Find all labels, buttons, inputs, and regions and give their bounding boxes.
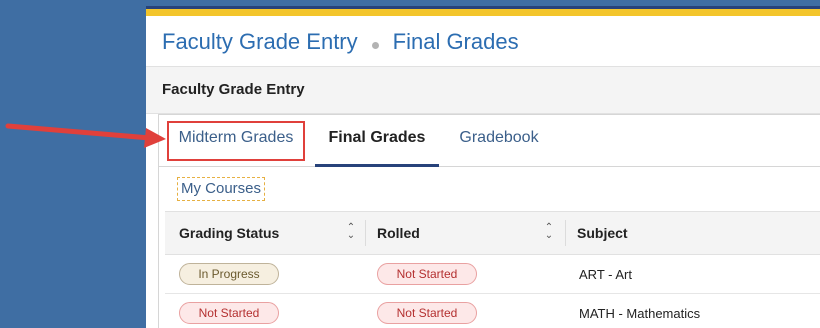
table-row[interactable]: In Progress Not Started ART - Art [165, 255, 820, 294]
column-header-rolled[interactable]: Rolled [377, 212, 565, 254]
section-header: Faculty Grade Entry [146, 66, 820, 114]
column-header-grading-status[interactable]: Grading Status [179, 212, 363, 254]
status-badge: Not Started [377, 263, 477, 285]
header-accent-band [146, 6, 820, 16]
breadcrumb-separator-icon [371, 41, 379, 49]
subject-cell: ART - Art [579, 266, 632, 282]
breadcrumb-final-grades[interactable]: Final Grades [393, 29, 519, 55]
status-badge: Not Started [377, 302, 477, 324]
tab-gradebook[interactable]: Gradebook [449, 115, 549, 167]
grades-panel: Midterm Grades Final Grades Gradebook My… [158, 114, 820, 328]
rolled-cell: Not Started [377, 255, 477, 293]
tab-midterm-grades[interactable]: Midterm Grades [167, 115, 305, 167]
grade-tabs: Midterm Grades Final Grades Gradebook [159, 115, 820, 167]
courses-grid: Grading Status ⌃ ⌄ Rolled ⌃ ⌄ Subject In P… [165, 211, 820, 328]
status-badge: In Progress [179, 263, 279, 285]
section-title: Faculty Grade Entry [162, 81, 305, 98]
status-badge: Not Started [179, 302, 279, 324]
red-arrow-icon [5, 123, 166, 148]
grading-status-cell: Not Started [179, 294, 279, 328]
column-divider [565, 220, 566, 246]
grading-status-cell: In Progress [179, 255, 279, 293]
faculty-grade-entry-page: Faculty Grade Entry Final Grades Faculty… [146, 6, 820, 328]
grid-header: Grading Status ⌃ ⌄ Rolled ⌃ ⌄ Subject [165, 211, 820, 255]
rolled-cell: Not Started [377, 294, 477, 328]
subject-cell: MATH - Mathematics [579, 305, 701, 321]
breadcrumb-faculty-grade-entry[interactable]: Faculty Grade Entry [162, 29, 358, 55]
column-divider [365, 220, 366, 246]
my-courses-tab[interactable]: My Courses [177, 177, 266, 201]
column-header-subject[interactable]: Subject [577, 212, 820, 254]
table-row[interactable]: Not Started Not Started MATH - Mathemati… [165, 294, 820, 328]
sort-updown-icon[interactable]: ⌃ ⌄ [543, 223, 555, 242]
tab-final-grades[interactable]: Final Grades [315, 115, 439, 167]
sort-updown-icon[interactable]: ⌃ ⌄ [345, 223, 357, 242]
breadcrumb: Faculty Grade Entry Final Grades [162, 26, 519, 58]
